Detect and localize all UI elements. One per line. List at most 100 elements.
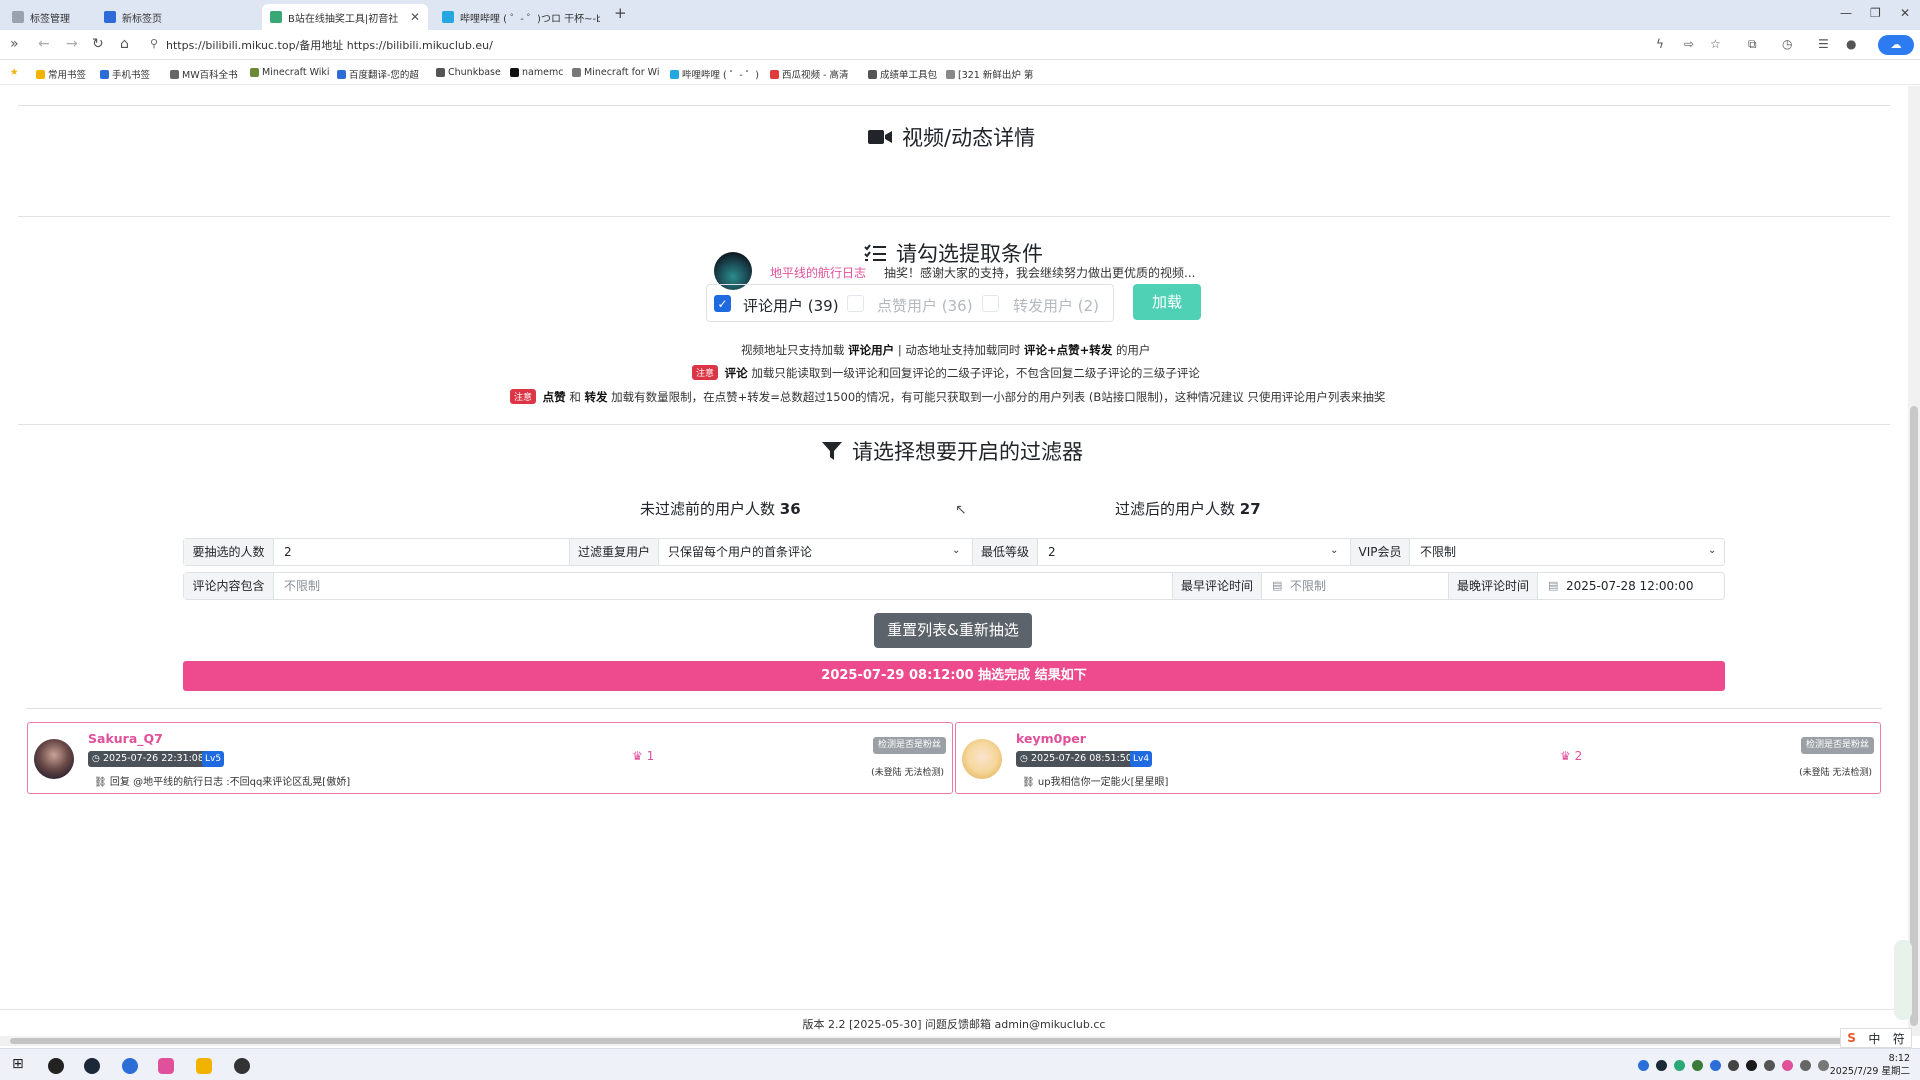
tab-new-tab[interactable]: 新标签页 xyxy=(96,4,256,30)
like-users-label[interactable]: 点赞用户 (36) xyxy=(877,295,973,316)
reload-icon[interactable]: ↻ xyxy=(92,36,104,52)
menu-icon[interactable]: ☰ xyxy=(1818,37,1829,51)
latest-time-input[interactable]: 2025-07-28 12:00:00 xyxy=(1566,573,1693,599)
tray-app-icon[interactable] xyxy=(1764,1060,1775,1071)
earliest-time-label: 最早评论时间 xyxy=(1172,573,1262,599)
tray-steam-icon[interactable] xyxy=(1656,1060,1667,1071)
divider xyxy=(18,216,1890,217)
load-button[interactable]: 加载 xyxy=(1133,284,1201,320)
scrollbar-thumb[interactable] xyxy=(1910,406,1918,1026)
rank: ♛ 1 xyxy=(632,749,655,763)
warning-badge: 注意 xyxy=(510,389,537,404)
comment-contains-input[interactable]: 不限制 xyxy=(284,573,320,599)
tray-volume-icon[interactable] xyxy=(1818,1060,1829,1071)
bookmarks-bar: ★ 常用书签 手机书签 MW百科全书 Minecraft Wiki 百度翻译-您… xyxy=(0,61,1920,85)
browser-icon[interactable] xyxy=(122,1058,138,1074)
like-users-checkbox[interactable] xyxy=(847,295,864,312)
winner-card: keym0per 2025-07-26 08:51:50 Lv4 ⛓ up我相信… xyxy=(955,722,1881,794)
check-fan-button[interactable]: 检测是否是粉丝 xyxy=(1800,737,1874,754)
back-icon[interactable]: ← xyxy=(38,36,50,52)
qq-icon[interactable] xyxy=(48,1058,64,1074)
tray-app-icon[interactable] xyxy=(1674,1060,1685,1071)
tray-shield-icon[interactable] xyxy=(1638,1060,1649,1071)
winner-card: Sakura_Q7 2025-07-26 22:31:08 Lv5 ⛓ 回复 @… xyxy=(27,722,953,794)
tray-app-icon[interactable] xyxy=(1746,1060,1757,1071)
comment-users-label[interactable]: 评论用户 (39) xyxy=(743,295,839,316)
filter-row-1: 要抽选的人数 2 过滤重复用户 只保留每个用户的首条评论 ⌄ 最低等级 2 ⌄ … xyxy=(183,538,1725,566)
bookmark-item[interactable]: 百度翻译-您的超 xyxy=(337,67,419,81)
filter-icon xyxy=(822,442,842,460)
system-clock[interactable]: 8:12 2025/7/29 星期二 xyxy=(1830,1052,1910,1078)
tray-app-icon[interactable] xyxy=(1692,1060,1703,1071)
tray-app-icon[interactable] xyxy=(1782,1060,1793,1071)
side-widget[interactable] xyxy=(1894,940,1912,1020)
file-explorer-icon[interactable] xyxy=(196,1058,212,1074)
winner-name[interactable]: keym0per xyxy=(1016,731,1086,746)
repost-users-label[interactable]: 转发用户 (2) xyxy=(1013,295,1099,316)
window-close-icon[interactable]: ✕ xyxy=(1900,6,1910,20)
share-icon[interactable]: ⇨ xyxy=(1684,37,1694,51)
crown-icon: ♛ xyxy=(632,749,643,763)
check-fan-button[interactable]: 检测是否是粉丝 xyxy=(872,737,946,754)
minimize-icon[interactable]: — xyxy=(1840,6,1852,20)
star-icon[interactable]: ☆ xyxy=(1710,37,1721,51)
latest-time-label: 最晚评论时间 xyxy=(1448,573,1538,599)
sidebar-toggle-icon[interactable]: » xyxy=(10,36,19,52)
tab-bili-lottery[interactable]: B站在线抽奖工具|初音社 ✕ xyxy=(262,4,428,30)
history-icon[interactable]: ◷ xyxy=(1782,37,1792,51)
chevron-down-icon: ⌄ xyxy=(952,545,961,556)
windows-start-icon[interactable]: ⊞ xyxy=(12,1056,24,1072)
bookmark-item[interactable]: Minecraft for Wi xyxy=(572,67,659,78)
extensions-icon[interactable]: ⧉ xyxy=(1748,37,1757,52)
tab-bookmark-manager[interactable]: 标签管理 xyxy=(4,4,90,30)
bookmark-item[interactable]: 哔哩哔哩 ( ゜- ゜) xyxy=(670,67,759,81)
steam-icon[interactable] xyxy=(84,1058,100,1074)
lightning-icon[interactable]: ϟ xyxy=(1656,37,1664,51)
app-icon[interactable] xyxy=(234,1058,250,1074)
ime-toolbar[interactable]: S 中 符 xyxy=(1840,1028,1912,1048)
comment-contains-label: 评论内容包含 xyxy=(184,573,274,599)
bookmark-item[interactable]: 常用书签 xyxy=(36,67,86,81)
bilibili-app-icon[interactable] xyxy=(158,1058,174,1074)
site-icon xyxy=(770,69,779,79)
draw-count-input[interactable]: 2 xyxy=(284,539,292,565)
bookmark-item[interactable]: Minecraft Wiki xyxy=(250,67,330,78)
dedupe-select[interactable]: 只保留每个用户的首条评论 xyxy=(668,539,812,565)
bookmark-item[interactable]: MW百科全书 xyxy=(170,67,238,81)
cloud-sync-icon[interactable]: ☁ xyxy=(1878,35,1914,55)
ime-punct[interactable]: 符 xyxy=(1893,1030,1905,1047)
home-icon[interactable]: ⌂ xyxy=(120,36,129,52)
bookmark-item[interactable]: [321 新鲜出炉 第 xyxy=(946,67,1033,81)
comment-users-checkbox[interactable]: ✓ xyxy=(714,295,731,312)
horizontal-scrollbar[interactable] xyxy=(0,1036,1908,1046)
tray-app-icon[interactable] xyxy=(1710,1060,1721,1071)
tray-app-icon[interactable] xyxy=(1728,1060,1739,1071)
restore-icon[interactable]: ❐ xyxy=(1870,6,1881,20)
vip-select[interactable]: 不限制 xyxy=(1420,539,1456,565)
scrollbar-thumb[interactable] xyxy=(10,1038,1886,1044)
bookmark-item[interactable]: 成绩单工具包 xyxy=(868,67,937,81)
forward-icon[interactable]: → xyxy=(66,36,78,52)
bookmark-item[interactable]: 手机书签 xyxy=(100,67,150,81)
site-icon xyxy=(510,68,519,77)
uploader-name[interactable]: 地平线的航行日志 xyxy=(770,264,866,281)
min-level-select[interactable]: 2 xyxy=(1048,539,1056,565)
bookmark-manager-icon xyxy=(12,11,24,23)
earliest-time-input[interactable]: 不限制 xyxy=(1290,573,1326,599)
tray-network-icon[interactable] xyxy=(1800,1060,1811,1071)
url-field[interactable]: https://bilibili.mikuc.top/备用地址 https://… xyxy=(166,37,493,53)
ime-mode[interactable]: 中 xyxy=(1868,1030,1880,1047)
profile-icon[interactable]: ● xyxy=(1846,37,1856,51)
winner-name[interactable]: Sakura_Q7 xyxy=(88,731,163,746)
reset-redraw-button[interactable]: 重置列表&重新抽选 xyxy=(874,613,1032,648)
vertical-scrollbar[interactable] xyxy=(1908,86,1920,1036)
new-tab-plus-icon[interactable]: + xyxy=(614,4,627,22)
repost-users-checkbox[interactable] xyxy=(982,295,999,312)
bookmark-item[interactable]: 西瓜视频 - 高清 xyxy=(770,67,848,81)
divider xyxy=(18,105,1890,106)
close-icon[interactable]: ✕ xyxy=(410,10,420,24)
bookmark-item[interactable]: namemc xyxy=(510,67,563,78)
tab-bilibili[interactable]: 哔哩哔哩 ( ゜- ゜)つロ 干杯~-bili xyxy=(434,4,600,30)
site-icon xyxy=(572,68,581,77)
bookmark-item[interactable]: Chunkbase xyxy=(436,67,501,78)
